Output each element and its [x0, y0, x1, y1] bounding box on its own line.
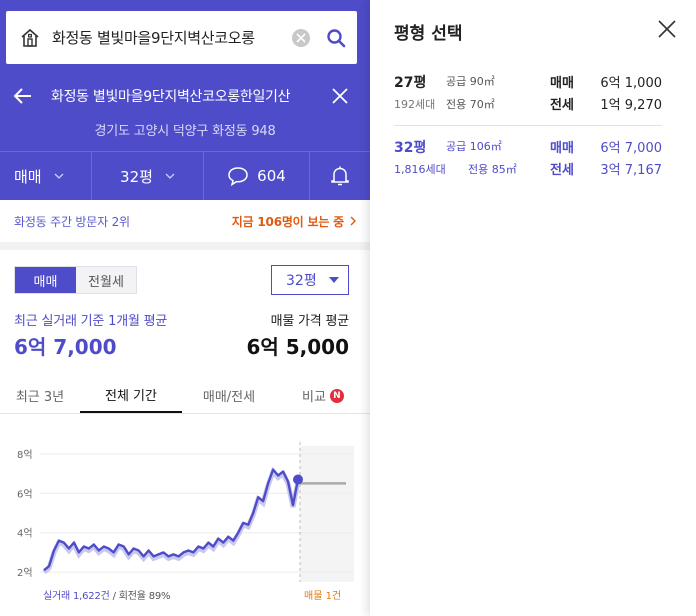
close-icon: [296, 32, 306, 43]
notification-button[interactable]: [310, 152, 370, 200]
size-select-value: 32평: [286, 273, 317, 289]
search-input[interactable]: 화정동 별빛마을9단지벽산코오롱: [52, 27, 290, 48]
size-label: 32평: [120, 167, 153, 186]
apartment-icon: [21, 28, 39, 47]
y-tick-label: 4억: [17, 528, 33, 540]
y-tick-label: 8억: [17, 449, 33, 461]
apartment-title: 화정동 별빛마을9단지벽산코오롱한일기산: [51, 89, 291, 105]
turnover-rate: / 회전율 89%: [112, 591, 171, 602]
apartment-title-bar: 화정동 별빛마을9단지벽산코오롱한일기산: [0, 76, 370, 116]
tab-rent[interactable]: 전월세: [76, 267, 136, 293]
deal-tab-group: 매매 전월세: [14, 266, 137, 294]
y-axis: 8억 6억 4억 2억: [17, 449, 33, 579]
y-tick-label: 6억: [17, 488, 33, 500]
recent-price-label: 최근 실거래 기준 1개월 평균: [14, 314, 168, 329]
search-icon[interactable]: [326, 28, 346, 48]
chevron-down-icon: [165, 173, 175, 179]
close-icon[interactable]: [331, 87, 349, 105]
period-tabs: 최근 3년 전체 기간 매매/전세 비교 N: [0, 378, 370, 414]
deal-type-sale: 매매: [550, 141, 574, 156]
apartment-panel: 화정동 별빛마을9단지벽산코오롱 화정동 별빛마을9단지벽산코오롱한일기산 경기…: [0, 0, 370, 616]
sale-price: 6억 7,000: [600, 141, 662, 156]
jeonse-price: 3억 7,167: [600, 163, 662, 178]
size-select[interactable]: 32평: [271, 265, 349, 295]
panel-title: 평형 선택: [394, 24, 463, 44]
tab-recent-3y[interactable]: 최근 3년: [0, 378, 80, 413]
sale-price: 6억 1,000: [600, 76, 662, 91]
clear-search-button[interactable]: [292, 28, 310, 47]
new-badge: N: [329, 388, 344, 403]
transaction-count: 실거래 1,622건: [43, 591, 110, 602]
tab-sale[interactable]: 매매: [15, 267, 76, 293]
deal-type-sale: 매매: [550, 76, 574, 91]
jeonse-price: 1억 9,270: [600, 98, 662, 113]
chevron-right-icon: [350, 216, 356, 226]
latest-price-point[interactable]: [293, 474, 303, 485]
visitor-banner[interactable]: 화정동 주간 방문자 2위 지금 106명이 보는 중: [0, 200, 370, 250]
close-icon[interactable]: [658, 20, 676, 38]
deal-type-dropdown[interactable]: 매매: [0, 152, 92, 200]
header-bar: 화정동 별빛마을9단지벽산코오롱 화정동 별빛마을9단지벽산코오롱한일기산 경기…: [0, 0, 370, 200]
supply-area: 공급 106㎡: [446, 140, 502, 153]
unit-count: 1,816세대: [394, 163, 446, 176]
chart-footer: 실거래 1,622건 / 회전율 89%: [43, 587, 171, 602]
listing-price-label: 매물 가격 평균: [270, 314, 350, 329]
price-chart[interactable]: 8억 6억 4억 2억: [0, 434, 370, 584]
listing-zone: [300, 446, 354, 582]
recent-price-value: 6억 7,000: [14, 335, 117, 359]
apartment-address: 경기도 고양시 덕양구 화정동 948: [94, 124, 276, 139]
deal-type-jeonse: 전세: [550, 163, 574, 178]
unit-count: 192세대: [394, 98, 436, 111]
chevron-down-icon: [54, 173, 64, 179]
divider: [394, 125, 662, 126]
y-tick-label: 2억: [17, 567, 33, 579]
price-range-band: [42, 466, 301, 575]
exclusive-area: 전용 70㎡: [446, 98, 495, 111]
caret-down-icon: [328, 277, 339, 283]
back-arrow-icon[interactable]: [13, 86, 33, 106]
size-option-27[interactable]: 27평 192세대 공급 90㎡ 전용 70㎡ 매매 6억 1,000 전세 1…: [394, 72, 676, 118]
tab-compare[interactable]: 비교 N: [276, 378, 370, 413]
compare-label: 비교: [302, 390, 326, 405]
supply-area: 공급 90㎡: [446, 75, 495, 88]
listing-price-value: 6억 5,000: [246, 335, 349, 359]
size-option-32[interactable]: 32평 1,816세대 공급 106㎡ 전용 85㎡ 매매 6억 7,000 전…: [394, 137, 676, 183]
pyeong: 27평: [394, 75, 427, 91]
chat-bubble-icon: [228, 167, 248, 186]
visitor-rank: 화정동 주간 방문자 2위: [14, 214, 130, 229]
price-line: [43, 468, 300, 572]
bell-icon: [331, 166, 349, 186]
size-select-panel: 평형 선택 27평 192세대 공급 90㎡ 전용 70㎡ 매매 6억 1,00…: [370, 0, 696, 616]
tab-sale-rent[interactable]: 매매/전세: [182, 378, 276, 413]
search-box[interactable]: 화정동 별빛마을9단지벽산코오롱: [6, 11, 357, 64]
deal-type-label: 매매: [14, 167, 42, 186]
comments-button[interactable]: 604: [204, 152, 310, 200]
exclusive-area: 전용 85㎡: [468, 163, 517, 176]
deal-type-jeonse: 전세: [550, 98, 574, 113]
viewers-now: 지금 106명이 보는 중: [231, 214, 344, 229]
listing-count: 매물 1건: [304, 591, 342, 602]
selector-row: 매매 32평 604: [0, 152, 370, 200]
pyeong: 32평: [394, 140, 427, 156]
comment-count: 604: [257, 167, 286, 185]
tab-all-period[interactable]: 전체 기간: [80, 378, 182, 413]
size-dropdown[interactable]: 32평: [92, 152, 204, 200]
